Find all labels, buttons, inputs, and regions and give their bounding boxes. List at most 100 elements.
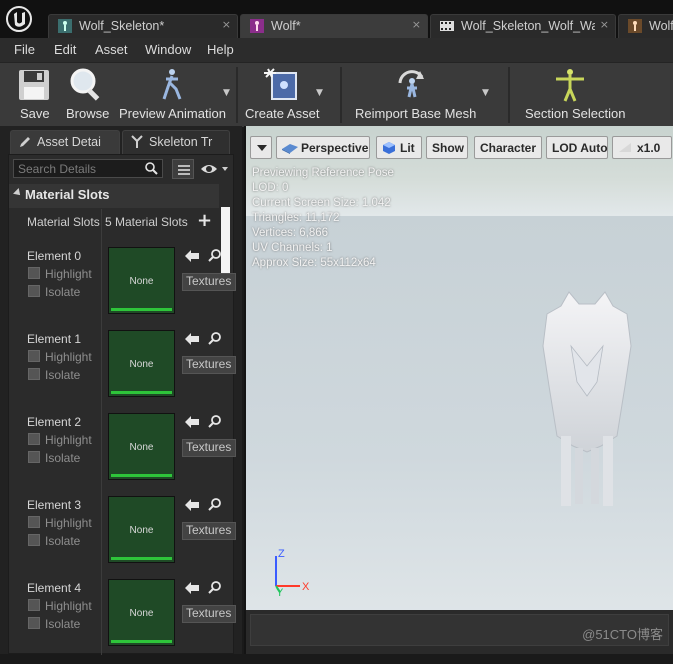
details-panel: Asset Detai Skeleton Tr Material Slots M…	[0, 126, 242, 655]
browse-magnifier-icon[interactable]	[208, 415, 222, 429]
browse-magnifier-icon[interactable]	[208, 581, 222, 595]
material-name: None	[129, 276, 154, 287]
use-selected-arrow-icon[interactable]	[184, 249, 200, 263]
search-input[interactable]	[18, 161, 138, 176]
highlight-checkbox[interactable]	[28, 516, 40, 528]
textures-dropdown[interactable]: Textures	[182, 522, 236, 540]
lit-button[interactable]: Lit	[376, 136, 422, 159]
material-color-bar	[111, 391, 172, 394]
material-thumbnail[interactable]: None	[108, 330, 175, 397]
show-button[interactable]: Show	[426, 136, 468, 159]
use-selected-arrow-icon[interactable]	[184, 581, 200, 595]
tab-label: Wolf	[649, 19, 673, 33]
lit-sphere-icon	[383, 142, 395, 154]
3d-viewport[interactable]: Perspective Lit Show Character LOD Auto …	[244, 126, 673, 610]
highlight-checkbox[interactable]	[28, 599, 40, 611]
stat-approx-size: Approx Size: 55x112x64	[252, 257, 376, 269]
menu-help[interactable]: Help	[207, 42, 234, 57]
highlight-label: Highlight	[45, 516, 92, 530]
create-asset-dropdown-arrow[interactable]: ▼	[316, 88, 323, 98]
playback-speed-button[interactable]: x1.0	[612, 136, 672, 159]
material-thumbnail[interactable]: None	[108, 413, 175, 480]
menu-edit[interactable]: Edit	[54, 42, 76, 57]
material-slots-section-header[interactable]: Material Slots	[9, 184, 219, 208]
wolf-mesh-preview[interactable]	[531, 286, 643, 516]
menu-asset[interactable]: Asset	[95, 42, 128, 57]
isolate-label: Isolate	[45, 451, 81, 465]
search-field[interactable]	[13, 159, 163, 178]
preview-animation-button[interactable]: Preview Animation	[116, 63, 228, 127]
menu-window[interactable]: Window	[145, 42, 191, 57]
tab-wolf-walk-animation[interactable]: Wolf_Skeleton_Wolf_Walk* ×	[430, 14, 616, 38]
save-icon	[19, 70, 49, 100]
isolate-checkbox[interactable]	[28, 617, 40, 629]
highlight-checkbox[interactable]	[28, 267, 40, 279]
section-figure-icon	[556, 69, 584, 102]
isolate-checkbox[interactable]	[28, 534, 40, 546]
close-icon[interactable]: ×	[412, 18, 421, 31]
skeleton-tree-icon	[131, 135, 143, 148]
element-name: Element 0	[27, 249, 82, 263]
tab-wolf-physics[interactable]: Wolf	[618, 14, 673, 38]
tab-wolf-mesh[interactable]: Wolf* ×	[240, 14, 428, 38]
tab-label: Wolf_Skeleton*	[79, 19, 165, 33]
perspective-button[interactable]: Perspective	[276, 136, 370, 159]
textures-dropdown[interactable]: Textures	[182, 439, 236, 457]
section-title: Material Slots	[25, 187, 110, 202]
textures-dropdown[interactable]: Textures	[182, 605, 236, 623]
save-button[interactable]: Save	[10, 63, 56, 127]
reimport-dropdown-arrow[interactable]: ▼	[482, 88, 489, 98]
collapse-arrow-icon[interactable]	[13, 188, 23, 198]
isolate-checkbox[interactable]	[28, 368, 40, 380]
menu-file[interactable]: File	[14, 42, 35, 57]
viewport-toolbar: Perspective Lit Show Character LOD Auto …	[246, 134, 673, 160]
material-thumbnail[interactable]: None	[108, 247, 175, 314]
add-slot-button[interactable]: +	[197, 210, 212, 231]
material-thumbnail[interactable]: None	[108, 579, 175, 646]
section-selection-button[interactable]: Section Selection	[520, 63, 625, 127]
stat-uv-channels: UV Channels: 1	[252, 242, 333, 254]
tab-wolf-skeleton[interactable]: Wolf_Skeleton* ×	[48, 14, 238, 38]
use-selected-arrow-icon[interactable]	[184, 332, 200, 346]
character-button[interactable]: Character	[474, 136, 542, 159]
reimport-base-mesh-button[interactable]: Reimport Base Mesh	[352, 63, 476, 127]
toolbar-separator	[508, 67, 510, 123]
search-icon[interactable]	[145, 162, 158, 175]
menu-bar: File Edit Asset Window Help	[0, 38, 673, 62]
textures-dropdown[interactable]: Textures	[182, 356, 236, 374]
material-element: Element 2 Highlight Isolate None Texture…	[9, 413, 236, 498]
use-selected-arrow-icon[interactable]	[184, 415, 200, 429]
isolate-checkbox[interactable]	[28, 451, 40, 463]
isolate-checkbox[interactable]	[28, 285, 40, 297]
viewport-options-button[interactable]	[250, 136, 272, 159]
tab-skeleton-tree[interactable]: Skeleton Tr	[122, 130, 230, 154]
create-asset-button[interactable]: Create Asset	[242, 63, 326, 127]
chevron-down-icon	[257, 145, 267, 151]
property-matrix-button[interactable]	[172, 159, 194, 179]
browse-magnifier-icon[interactable]	[208, 332, 222, 346]
browse-button[interactable]: Browse	[62, 63, 112, 127]
material-slots-count: 5 Material Slots	[105, 215, 188, 229]
tab-asset-details[interactable]: Asset Detai	[10, 130, 120, 154]
isolate-label: Isolate	[45, 368, 81, 382]
viewport-stats: Previewing Reference Pose LOD: 0 Current…	[252, 166, 394, 271]
highlight-label: Highlight	[45, 599, 92, 613]
speed-label: x1.0	[637, 141, 661, 155]
highlight-checkbox[interactable]	[28, 350, 40, 362]
stat-preview-pose: Previewing Reference Pose	[252, 167, 394, 179]
browse-label: Browse	[66, 106, 110, 121]
material-name: None	[129, 442, 154, 453]
textures-dropdown[interactable]: Textures	[182, 273, 236, 291]
highlight-checkbox[interactable]	[28, 433, 40, 445]
preview-animation-dropdown-arrow[interactable]: ▼	[223, 88, 230, 98]
close-icon[interactable]: ×	[600, 18, 609, 31]
browse-magnifier-icon[interactable]	[208, 498, 222, 512]
close-icon[interactable]: ×	[222, 18, 231, 31]
use-selected-arrow-icon[interactable]	[184, 498, 200, 512]
unreal-logo-icon[interactable]	[6, 6, 32, 32]
visibility-eye-icon[interactable]	[199, 160, 231, 178]
browse-magnifier-icon[interactable]	[208, 249, 222, 263]
material-thumbnail[interactable]: None	[108, 496, 175, 563]
tab-label: Wolf_Skeleton_Wolf_Walk*	[461, 19, 595, 33]
lod-auto-button[interactable]: LOD Auto	[546, 136, 608, 159]
